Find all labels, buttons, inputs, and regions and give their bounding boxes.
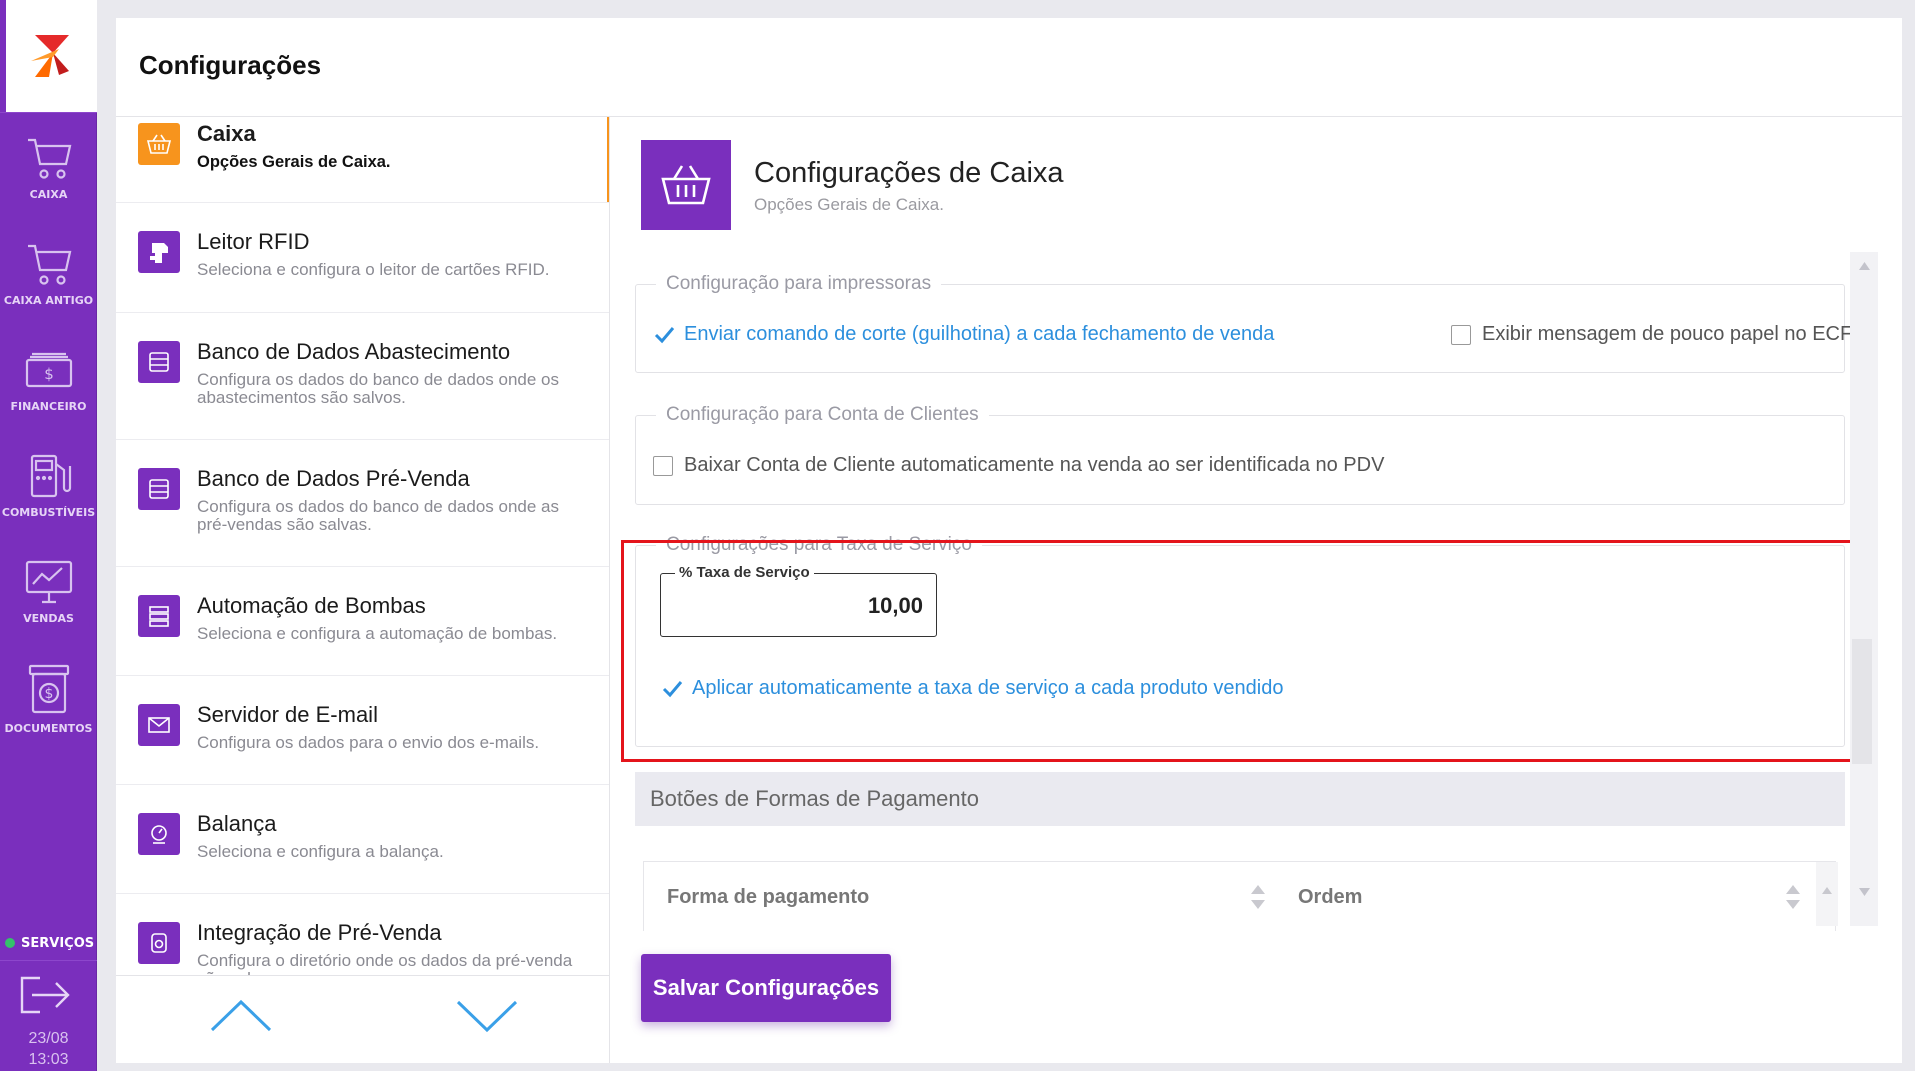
low-paper-checkbox[interactable]: Exibir mensagem de pouco papel no ECF bbox=[1451, 323, 1852, 346]
cart-icon bbox=[27, 244, 71, 285]
section-legend: Configuração para Conta de Clientes bbox=[666, 404, 979, 425]
settings-item-email[interactable]: Servidor de E-mail Configura os dados pa… bbox=[116, 676, 609, 785]
database-icon bbox=[138, 468, 180, 510]
checkbox-label: Enviar comando de corte (guilhotina) a c… bbox=[684, 323, 1275, 345]
logout-icon bbox=[20, 976, 70, 1014]
database-icon bbox=[138, 341, 180, 383]
checkmark-icon bbox=[654, 326, 675, 343]
chevron-up-icon bbox=[1822, 887, 1832, 894]
settings-detail: Configurações de Caixa Opções Gerais de … bbox=[610, 117, 1902, 1063]
clock-date: 23/08 bbox=[28, 1030, 69, 1047]
nav-label: CAIXA bbox=[29, 188, 68, 201]
settings-item-title: Balança bbox=[197, 811, 277, 836]
settings-item-automacao-bombas[interactable]: Automação de Bombas Seleciona e configur… bbox=[116, 567, 609, 676]
settings-item-title: Banco de Dados Abastecimento bbox=[197, 339, 511, 364]
checkbox-label: Exibir mensagem de pouco papel no ECF bbox=[1482, 323, 1853, 345]
document-dollar-icon: $ bbox=[28, 664, 69, 714]
clock-time: 13:03 bbox=[28, 1051, 69, 1068]
sort-icon[interactable] bbox=[1784, 882, 1802, 912]
cart-icon bbox=[27, 138, 71, 179]
checkbox-box bbox=[653, 455, 673, 476]
settings-item-db-abastecimento[interactable]: Banco de Dados Abastecimento Configura o… bbox=[116, 313, 609, 440]
nav-financeiro[interactable]: $ FINANCEIRO bbox=[0, 324, 97, 430]
logo-icon bbox=[30, 35, 69, 77]
detail-subtitle: Opções Gerais de Caixa. bbox=[754, 195, 944, 214]
detail-title: Configurações de Caixa bbox=[754, 157, 1064, 189]
nav-documentos[interactable]: $ DOCUMENTOS bbox=[0, 642, 97, 748]
settings-item-balanca[interactable]: Balança Seleciona e configura a balança. bbox=[116, 785, 609, 894]
nav-vendas[interactable]: VENDAS bbox=[0, 536, 97, 642]
monitor-chart-icon bbox=[25, 560, 72, 604]
settings-item-title: Servidor de E-mail bbox=[197, 702, 378, 727]
settings-item-desc: Seleciona e configura o leitor de cartõe… bbox=[197, 260, 550, 279]
money-icon: $ bbox=[25, 352, 72, 388]
save-settings-button[interactable]: Salvar Configurações bbox=[641, 954, 891, 1022]
basket-icon bbox=[641, 140, 731, 230]
list-scroll-up-button[interactable] bbox=[208, 996, 274, 1036]
services-status[interactable]: SERVIÇOS bbox=[0, 928, 97, 958]
app-sidebar: CAIXA CAIXA ANTIGO $ FINANCEIRO COMBUSTÍ… bbox=[0, 0, 97, 1071]
column-header-forma-pagamento[interactable]: Forma de pagamento bbox=[667, 886, 869, 909]
settings-item-db-prevenda[interactable]: Banco de Dados Pré-Venda Configura os da… bbox=[116, 440, 609, 567]
settings-panel: Configurações Caixa Opções Gerais de Cai… bbox=[116, 18, 1902, 1063]
settings-item-title: Automação de Bombas bbox=[197, 593, 426, 618]
logout-button[interactable] bbox=[18, 972, 78, 1022]
settings-item-desc: Seleciona e configura a automação de bom… bbox=[197, 624, 558, 643]
sort-icon[interactable] bbox=[1249, 882, 1267, 912]
settings-item-title: Integração de Pré-Venda bbox=[197, 920, 442, 945]
section-legend: Configuração para impressoras bbox=[666, 273, 932, 294]
rfid-reader-icon bbox=[138, 231, 180, 273]
payment-methods-table: Forma de pagamento Ordem bbox=[643, 861, 1836, 931]
envelope-icon bbox=[138, 704, 180, 746]
detail-scrollbar[interactable] bbox=[1850, 252, 1878, 926]
nav-caixa-antigo[interactable]: CAIXA ANTIGO bbox=[0, 218, 97, 324]
settings-item-desc: Configura o diretório onde os dados da p… bbox=[197, 951, 573, 976]
nav-label: FINANCEIRO bbox=[10, 400, 87, 413]
settings-item-title: Banco de Dados Pré-Venda bbox=[197, 466, 470, 491]
nav-label: COMBUSTÍVEIS bbox=[1, 506, 96, 519]
checkbox-box bbox=[1451, 324, 1471, 345]
settings-item-desc: Seleciona e configura a balança. bbox=[197, 842, 444, 861]
highlight-box bbox=[621, 540, 1858, 762]
nav-caixa[interactable]: CAIXA bbox=[0, 112, 97, 218]
table-scrollbar[interactable] bbox=[1816, 862, 1838, 926]
settings-item-integracao-prevenda[interactable]: Integração de Pré-Venda Configura o dire… bbox=[116, 894, 609, 976]
svg-text:$: $ bbox=[44, 686, 53, 702]
settings-item-desc: Configura os dados do banco de dados ond… bbox=[197, 370, 559, 407]
app-logo[interactable] bbox=[6, 0, 97, 112]
nav-label: DOCUMENTOS bbox=[4, 722, 93, 735]
status-dot-icon bbox=[5, 938, 15, 948]
settings-item-desc: Opções Gerais de Caixa. bbox=[197, 153, 391, 171]
settings-item-title: Caixa bbox=[197, 121, 256, 146]
settings-item-rfid[interactable]: Leitor RFID Seleciona e configura o leit… bbox=[116, 203, 609, 313]
list-scroll-down-button[interactable] bbox=[454, 996, 520, 1036]
chevron-up-icon bbox=[210, 999, 272, 1032]
settings-list: Caixa Opções Gerais de Caixa. Leitor RFI… bbox=[116, 117, 610, 975]
page-title: Configurações bbox=[139, 50, 322, 80]
settings-item-title: Leitor RFID bbox=[197, 229, 310, 254]
chevron-down-icon bbox=[456, 1000, 518, 1033]
services-label: SERVIÇOS bbox=[21, 935, 95, 951]
payment-buttons-heading: Botões de Formas de Pagamento bbox=[635, 772, 1845, 826]
settings-item-caixa[interactable]: Caixa Opções Gerais de Caixa. bbox=[116, 117, 609, 203]
scale-icon bbox=[138, 813, 180, 855]
auto-settle-checkbox[interactable]: Baixar Conta de Cliente automaticamente … bbox=[653, 454, 1384, 477]
chevron-down-icon[interactable] bbox=[1858, 887, 1871, 897]
server-icon bbox=[138, 595, 180, 637]
column-header-ordem[interactable]: Ordem bbox=[1298, 886, 1362, 909]
fuel-pump-icon bbox=[30, 454, 71, 498]
settings-list-nav bbox=[116, 975, 610, 1063]
integration-icon bbox=[138, 922, 180, 964]
nav-label: CAIXA ANTIGO bbox=[3, 294, 94, 307]
settings-item-desc: Configura os dados para o envio dos e-ma… bbox=[197, 733, 540, 752]
cut-command-checkbox[interactable]: Enviar comando de corte (guilhotina) a c… bbox=[653, 323, 1274, 346]
chevron-up-icon[interactable] bbox=[1858, 261, 1871, 271]
basket-icon bbox=[138, 123, 180, 165]
nav-label: VENDAS bbox=[23, 612, 74, 625]
nav-combustiveis[interactable]: COMBUSTÍVEIS bbox=[0, 430, 97, 536]
checkbox-label: Baixar Conta de Cliente automaticamente … bbox=[684, 454, 1385, 476]
settings-item-desc: Configura os dados do banco de dados ond… bbox=[197, 497, 559, 534]
scrollbar-thumb[interactable] bbox=[1852, 639, 1872, 764]
svg-text:$: $ bbox=[44, 365, 54, 383]
